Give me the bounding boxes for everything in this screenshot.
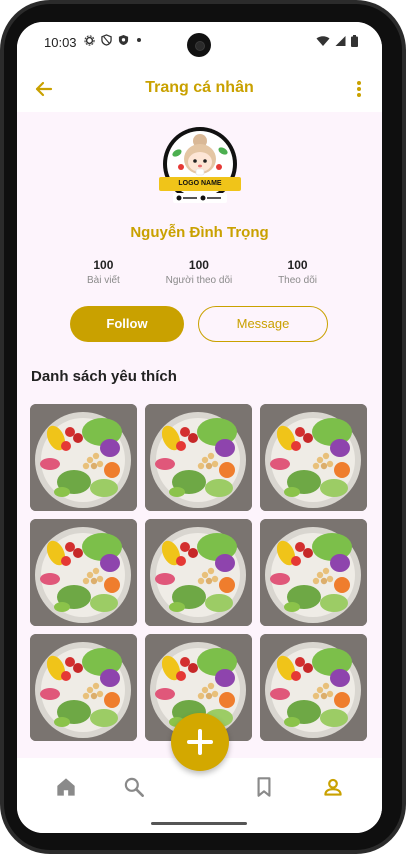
plus-icon: [187, 729, 213, 755]
person-icon[interactable]: [320, 774, 346, 800]
status-time: 10:03: [44, 35, 77, 50]
logo-subtext: [173, 193, 227, 203]
add-post-fab[interactable]: [171, 713, 229, 771]
home-icon[interactable]: [53, 774, 79, 800]
search-icon[interactable]: [121, 774, 147, 800]
logo-social-icons: [176, 195, 221, 201]
salad-image: [260, 404, 367, 511]
stat-posts[interactable]: 100 Bài viết: [87, 258, 120, 286]
gear-icon: [84, 34, 95, 46]
profile-stats: 100 Bài viết 100 Người theo dõi 100 Theo…: [87, 258, 317, 286]
favorite-item[interactable]: [30, 634, 137, 741]
home-indicator: [151, 822, 247, 825]
salad-image: [145, 519, 252, 626]
app-bar: Trang cá nhân: [17, 66, 382, 112]
favorite-item[interactable]: [260, 519, 367, 626]
signal-icon: [335, 36, 346, 46]
favorite-item[interactable]: [30, 404, 137, 511]
status-bar: 10:03: [17, 22, 382, 66]
salad-image: [30, 634, 137, 741]
bookmark-icon[interactable]: [251, 774, 277, 800]
camera-cutout: [187, 33, 211, 57]
favorites-title: Danh sách yêu thích: [31, 368, 177, 385]
salad-image: [260, 634, 367, 741]
stat-following[interactable]: 100 Theo dõi: [278, 258, 317, 286]
stat-following-label: Theo dõi: [278, 275, 317, 286]
page-title: Trang cá nhân: [145, 79, 254, 96]
favorite-item[interactable]: [145, 519, 252, 626]
favorite-item[interactable]: [30, 519, 137, 626]
salad-image: [30, 519, 137, 626]
stat-posts-value: 100: [93, 258, 114, 272]
favorite-item[interactable]: [260, 404, 367, 511]
follow-button[interactable]: Follow: [70, 306, 184, 342]
logo-name-label: LOGO NAME: [159, 177, 241, 191]
stat-following-value: 100: [287, 258, 308, 272]
message-button[interactable]: Message: [198, 306, 328, 342]
profile-name: Nguyễn Đình Trọng: [130, 224, 269, 241]
salad-image: [30, 404, 137, 511]
stat-posts-label: Bài viết: [87, 275, 120, 286]
favorite-item[interactable]: [145, 404, 252, 511]
shield-filled-icon: [118, 34, 129, 46]
dot-icon: [137, 38, 141, 42]
favorite-item[interactable]: [260, 634, 367, 741]
status-left-icons: [84, 34, 143, 46]
shield-icon: [101, 34, 112, 46]
favorites-grid: [30, 404, 368, 741]
more-vertical-icon[interactable]: [352, 76, 366, 102]
salad-image: [260, 519, 367, 626]
avatar[interactable]: LOGO NAME: [159, 127, 241, 203]
device-frame: 10:03 Trang cá nhân LOGO NAME Nguyễn Đìn…: [0, 0, 406, 854]
screen: 10:03 Trang cá nhân LOGO NAME Nguyễn Đìn…: [17, 22, 382, 833]
stat-followers[interactable]: 100 Người theo dõi: [166, 258, 233, 286]
wifi-icon: [316, 36, 330, 46]
stat-followers-value: 100: [188, 258, 209, 272]
status-right-icons: [316, 35, 358, 47]
stat-followers-label: Người theo dõi: [165, 275, 233, 286]
salad-image: [145, 404, 252, 511]
battery-icon: [351, 35, 358, 47]
